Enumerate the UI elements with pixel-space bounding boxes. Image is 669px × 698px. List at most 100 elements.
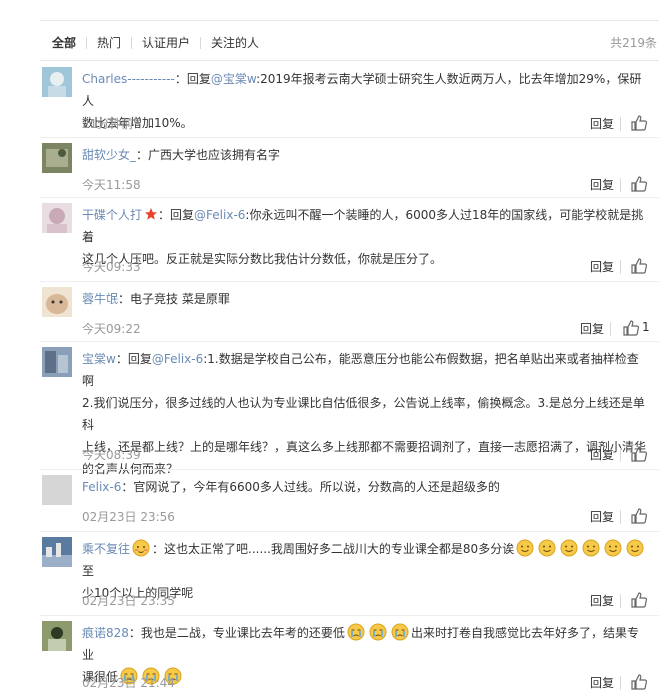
comment-time: 今天08:39 bbox=[82, 448, 141, 462]
comment-colon: ： bbox=[174, 72, 187, 86]
action-divider bbox=[620, 510, 621, 524]
comment-body: 甜软少女_：广西大学也应该拥有名字 bbox=[82, 144, 649, 166]
avatar[interactable] bbox=[42, 537, 72, 567]
reply-prefix: 回复 bbox=[127, 352, 152, 366]
mention-link[interactable]: @Felix-6 bbox=[152, 352, 203, 366]
comment-text: 广西大学也应该拥有名字 bbox=[148, 148, 281, 162]
action-divider bbox=[620, 448, 621, 462]
smile-emoji bbox=[582, 539, 600, 557]
comment-text: 官网说了，今年有6600多人过线。所以说，分数高的人还是超级多的 bbox=[133, 480, 500, 494]
comment-time: 今天09:22 bbox=[82, 322, 141, 336]
thumbs-up-icon[interactable] bbox=[622, 319, 640, 337]
crying-emoji bbox=[347, 623, 365, 641]
comment-item: 蓉牛氓：电子竞技 菜是原罪 今天09:22 回复 1 bbox=[40, 282, 659, 342]
avatar[interactable] bbox=[42, 203, 72, 233]
comment-body: Charles-----------：回复@宝棠w:2019年报考云南大学硕士研… bbox=[82, 68, 649, 134]
smile-emoji bbox=[604, 539, 622, 557]
avatar[interactable] bbox=[42, 475, 72, 505]
comment-text: 至 bbox=[82, 564, 95, 578]
reply-button[interactable]: 回复 bbox=[590, 592, 614, 609]
mention-link[interactable]: @Felix-6 bbox=[194, 208, 245, 222]
comment-username[interactable]: 蓉牛氓 bbox=[82, 292, 118, 306]
avatar[interactable] bbox=[42, 143, 72, 173]
reply-prefix: 回复 bbox=[186, 72, 211, 86]
mention-link[interactable]: @宝棠w bbox=[211, 72, 256, 86]
comment-username[interactable]: 甜软少女_ bbox=[82, 148, 136, 162]
reply-button[interactable]: 回复 bbox=[590, 674, 614, 691]
tab-hot[interactable]: 热门 bbox=[97, 34, 121, 51]
smile-emoji bbox=[626, 539, 644, 557]
top-divider bbox=[40, 20, 659, 21]
comment-username[interactable]: 痕诺828 bbox=[82, 626, 129, 640]
action-divider bbox=[620, 178, 621, 192]
comment-colon: ： bbox=[128, 626, 141, 640]
smile-emoji bbox=[560, 539, 578, 557]
tab-verified[interactable]: 认证用户 bbox=[142, 34, 190, 51]
thumbs-up-icon[interactable] bbox=[630, 445, 648, 463]
reply-button[interactable]: 回复 bbox=[590, 258, 614, 275]
avatar[interactable] bbox=[42, 347, 72, 377]
smile-emoji bbox=[538, 539, 556, 557]
tabs-divider bbox=[40, 60, 659, 61]
comment-text: 上线，还是都上线？上的是哪年线？，真这么多上线那都不需要招调剂了，直接一志愿招满… bbox=[82, 440, 647, 454]
thumbs-up-icon[interactable] bbox=[630, 114, 648, 132]
comment-text: 2.我们说压分，很多过线的人也认为专业课比自估低很多，公告说上线率，偷换概念。3… bbox=[82, 396, 645, 432]
action-divider bbox=[620, 260, 621, 274]
thumbs-up-icon[interactable] bbox=[630, 175, 648, 193]
comment-colon: ： bbox=[118, 292, 131, 306]
action-divider bbox=[620, 117, 621, 131]
comment-item: Felix-6：官网说了，今年有6600多人过线。所以说，分数高的人还是超级多的… bbox=[40, 470, 659, 532]
thumbs-up-icon[interactable] bbox=[630, 673, 648, 691]
comment-panel: 全部 热门 认证用户 关注的人 共219条 Charles-----------… bbox=[0, 0, 669, 698]
comment-body: 蓉牛氓：电子竞技 菜是原罪 bbox=[82, 288, 649, 310]
comment-colon: ： bbox=[115, 352, 128, 366]
comment-username[interactable]: 乘不复往 bbox=[82, 542, 130, 556]
tab-following[interactable]: 关注的人 bbox=[211, 34, 259, 51]
comment-username[interactable]: 干碟个人打 bbox=[82, 208, 142, 222]
crying-emoji bbox=[391, 623, 409, 641]
comment-username[interactable]: 宝棠w bbox=[82, 352, 116, 366]
action-divider bbox=[620, 594, 621, 608]
comment-item: 痕诺828：我也是二战，专业课比去年考的还要低 出来时打卷自我感觉比去年好多了，结… bbox=[40, 616, 659, 698]
blush-emoji bbox=[132, 539, 150, 557]
comment-item: 宝棠w：回复@Felix-6:1.数据是学校自己公布，能恶意压分也能公布假数据，… bbox=[40, 342, 659, 476]
reply-button[interactable]: 回复 bbox=[590, 508, 614, 525]
comment-item: 干碟个人打 ：回复@Felix-6:你永远叫不醒一个装睡的人，6000多人过18年… bbox=[40, 198, 659, 282]
comment-time: 02月23日 23:56 bbox=[82, 510, 175, 524]
comment-item: 甜软少女_：广西大学也应该拥有名字 今天11:58 回复 bbox=[40, 138, 659, 198]
comment-total: 共219条 bbox=[610, 36, 657, 50]
thumbs-up-icon[interactable] bbox=[630, 257, 648, 275]
avatar[interactable] bbox=[42, 67, 72, 97]
reply-button[interactable]: 回复 bbox=[590, 115, 614, 132]
comment-time: 02月23日 21:44 bbox=[82, 676, 175, 690]
comment-colon: ： bbox=[121, 480, 134, 494]
comment-username[interactable]: Charles----------- bbox=[82, 72, 175, 86]
star-icon bbox=[145, 208, 158, 220]
crying-emoji bbox=[369, 623, 387, 641]
comment-time: 今天11:58 bbox=[82, 178, 141, 192]
comment-colon: ： bbox=[136, 148, 149, 162]
tab-all[interactable]: 全部 bbox=[52, 34, 76, 51]
comment-time: 21分钟前 bbox=[82, 117, 134, 131]
action-divider bbox=[610, 322, 611, 336]
comment-colon: ： bbox=[158, 208, 171, 222]
reply-button[interactable]: 回复 bbox=[580, 320, 604, 337]
reply-button[interactable]: 回复 bbox=[590, 176, 614, 193]
comment-colon: ： bbox=[152, 542, 165, 556]
reply-prefix: 回复 bbox=[170, 208, 195, 222]
avatar[interactable] bbox=[42, 287, 72, 317]
comment-username[interactable]: Felix-6 bbox=[82, 480, 121, 494]
smile-emoji bbox=[516, 539, 534, 557]
reply-button[interactable]: 回复 bbox=[590, 446, 614, 463]
comment-text: 电子竞技 菜是原罪 bbox=[130, 292, 230, 306]
like-count: 1 bbox=[642, 320, 650, 334]
thumbs-up-icon[interactable] bbox=[630, 507, 648, 525]
avatar[interactable] bbox=[42, 621, 72, 651]
comment-time: 02月23日 23:35 bbox=[82, 594, 175, 608]
tab-separator bbox=[86, 37, 87, 49]
comment-body: 干碟个人打 ：回复@Felix-6:你永远叫不醒一个装睡的人，6000多人过18年… bbox=[82, 204, 649, 270]
comment-text: 这也太正常了吧......我周围好多二战川大的专业课全都是80多分诶 bbox=[164, 542, 515, 556]
tab-separator bbox=[200, 37, 201, 49]
thumbs-up-icon[interactable] bbox=[630, 591, 648, 609]
comment-body: Felix-6：官网说了，今年有6600多人过线。所以说，分数高的人还是超级多的 bbox=[82, 476, 649, 498]
